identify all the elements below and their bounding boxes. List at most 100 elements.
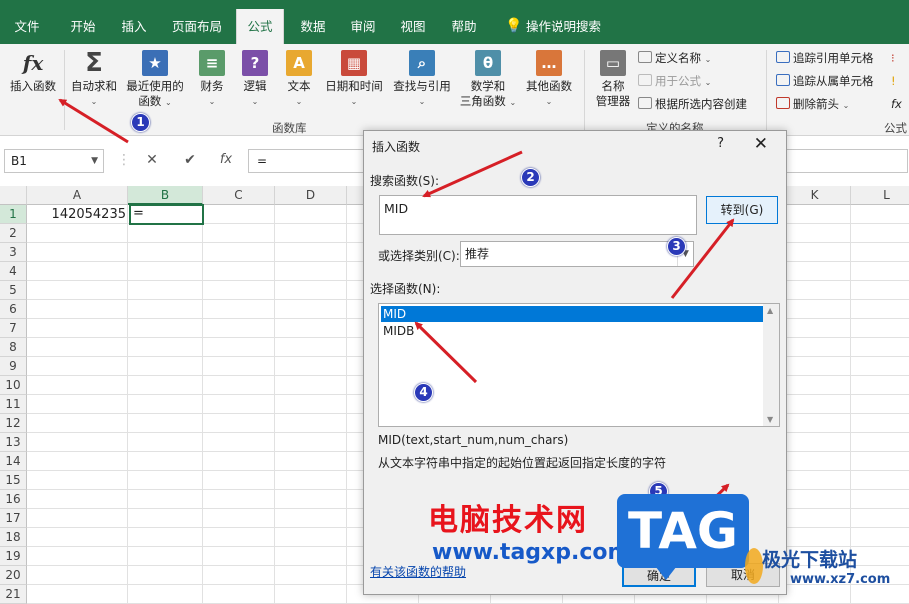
tab-insert[interactable]: 插入 bbox=[112, 9, 156, 44]
tab-home[interactable]: 开始 bbox=[58, 9, 108, 44]
select-all-corner[interactable] bbox=[0, 186, 27, 205]
tab-help[interactable]: 帮助 bbox=[442, 9, 486, 44]
column-header-b[interactable]: B bbox=[128, 186, 203, 205]
chevron-down-icon: ⌄ bbox=[509, 98, 517, 107]
help-button[interactable]: ? bbox=[717, 136, 724, 151]
tab-data[interactable]: 数据 bbox=[292, 9, 334, 44]
lookup-button[interactable]: ⌕ 查找与引用 ⌄ bbox=[390, 48, 454, 109]
math-trig-button[interactable]: θ 数学和 三角函数 ⌄ bbox=[456, 48, 520, 110]
recent-functions-button[interactable]: ★ 最近使用的 函数 ⌄ bbox=[122, 48, 188, 110]
row-header-5[interactable]: 5 bbox=[0, 281, 27, 300]
row-header-7[interactable]: 7 bbox=[0, 319, 27, 338]
list-item[interactable]: MIDB bbox=[381, 323, 763, 339]
error-checking-icon[interactable]: ! bbox=[891, 71, 896, 91]
step-badge-2: 2 bbox=[521, 168, 540, 187]
tag-icon bbox=[638, 51, 652, 63]
chevron-down-icon: ⌄ bbox=[164, 98, 172, 107]
tab-view[interactable]: 视图 bbox=[392, 9, 434, 44]
name-manager-label-2: 管理器 bbox=[595, 94, 631, 108]
row-header-10[interactable]: 10 bbox=[0, 376, 27, 395]
row-header-15[interactable]: 15 bbox=[0, 471, 27, 490]
enter-icon[interactable]: ✔ bbox=[178, 152, 202, 168]
gridline-col bbox=[346, 205, 347, 604]
datetime-button[interactable]: ▦ 日期和时间 ⌄ bbox=[322, 48, 386, 109]
evaluate-formula-icon[interactable]: fx bbox=[891, 94, 902, 114]
chevron-down-icon: ⌄ bbox=[90, 97, 98, 106]
close-icon[interactable]: ✕ bbox=[754, 134, 768, 154]
cell-b1[interactable]: = bbox=[129, 204, 204, 225]
name-box[interactable]: B1 ▼ bbox=[4, 149, 104, 173]
function-description: 从文本字符串中指定的起始位置起返回指定长度的字符 bbox=[378, 456, 667, 470]
category-select[interactable]: 推荐 ▼ bbox=[460, 241, 694, 267]
lightbulb-icon: 💡 bbox=[505, 18, 523, 34]
column-header-l[interactable]: L bbox=[851, 186, 909, 205]
goto-button[interactable]: 转到(G) bbox=[706, 196, 778, 224]
use-in-formula-button[interactable]: 用于公式 ⌄ bbox=[638, 71, 711, 91]
fx-icon[interactable]: fx bbox=[214, 152, 238, 167]
more-dots-icon: ⋮ bbox=[117, 152, 131, 168]
tab-formulas[interactable]: 公式 bbox=[236, 9, 284, 44]
row-header-19[interactable]: 19 bbox=[0, 547, 27, 566]
row-header-1[interactable]: 1 bbox=[0, 205, 27, 224]
cell-a1[interactable]: 142054235 bbox=[27, 205, 128, 224]
row-header-14[interactable]: 14 bbox=[0, 452, 27, 471]
divider bbox=[766, 50, 767, 130]
title-bar bbox=[0, 0, 909, 9]
column-header-d[interactable]: D bbox=[275, 186, 347, 205]
step-badge-3: 3 bbox=[667, 237, 686, 256]
watermark-site-url: www.xz7.com bbox=[790, 572, 891, 587]
name-manager-button[interactable]: ▭ 名称 管理器 bbox=[590, 48, 636, 109]
row-header-6[interactable]: 6 bbox=[0, 300, 27, 319]
tab-file[interactable]: 文件 bbox=[4, 9, 50, 44]
list-item[interactable]: MID bbox=[381, 306, 763, 322]
autosum-button[interactable]: Σ 自动求和 ⌄ bbox=[66, 48, 122, 109]
row-header-9[interactable]: 9 bbox=[0, 357, 27, 376]
create-from-selection-button[interactable]: 根据所选内容创建 bbox=[638, 94, 747, 114]
define-name-button[interactable]: 定义名称 ⌄ bbox=[638, 48, 711, 68]
text-button[interactable]: A 文本 ⌄ bbox=[280, 48, 318, 109]
cancel-icon[interactable]: ✕ bbox=[140, 152, 164, 168]
row-header-13[interactable]: 13 bbox=[0, 433, 27, 452]
search-function-input[interactable]: MID bbox=[379, 195, 697, 235]
row-header-11[interactable]: 11 bbox=[0, 395, 27, 414]
row-header-12[interactable]: 12 bbox=[0, 414, 27, 433]
scroll-up-icon[interactable]: ▲ bbox=[767, 306, 773, 315]
function-list[interactable]: MID MIDB ▲ ▼ bbox=[378, 303, 780, 427]
row-header-20[interactable]: 20 bbox=[0, 566, 27, 585]
row-header-2[interactable]: 2 bbox=[0, 224, 27, 243]
row-header-17[interactable]: 17 bbox=[0, 509, 27, 528]
divider bbox=[584, 50, 585, 130]
row-header-4[interactable]: 4 bbox=[0, 262, 27, 281]
trace-precedents-button[interactable]: 追踪引用单元格 bbox=[776, 48, 874, 68]
gridline-col bbox=[274, 205, 275, 604]
math-label-1: 数学和 bbox=[470, 79, 506, 93]
chevron-down-icon: ⌄ bbox=[251, 97, 259, 106]
column-header-c[interactable]: C bbox=[203, 186, 275, 205]
remove-arrows-button[interactable]: 删除箭头 ⌄ bbox=[776, 94, 849, 114]
chevron-down-icon: ▼ bbox=[91, 156, 98, 166]
help-link[interactable]: 有关该函数的帮助 bbox=[370, 563, 466, 580]
watermark-site-name: 极光下载站 bbox=[762, 549, 858, 571]
more-functions-button[interactable]: … 其他函数 ⌄ bbox=[522, 48, 576, 109]
logical-button[interactable]: ? 逻辑 ⌄ bbox=[236, 48, 274, 109]
tab-page-layout[interactable]: 页面布局 bbox=[166, 9, 228, 44]
column-header-a[interactable]: A bbox=[27, 186, 128, 205]
row-header-18[interactable]: 18 bbox=[0, 528, 27, 547]
insert-function-button[interactable]: fx 插入函数 bbox=[4, 48, 62, 94]
show-formulas-icon[interactable]: ⁝ bbox=[891, 48, 895, 68]
name-box-value: B1 bbox=[11, 154, 27, 168]
trace-dependents-button[interactable]: 追踪从属单元格 bbox=[776, 71, 874, 91]
star-book-icon: ★ bbox=[142, 50, 168, 76]
scrollbar[interactable]: ▲ ▼ bbox=[763, 304, 779, 426]
row-header-3[interactable]: 3 bbox=[0, 243, 27, 262]
remove-arrows-icon bbox=[776, 97, 790, 109]
scroll-down-icon[interactable]: ▼ bbox=[767, 415, 773, 424]
row-header-16[interactable]: 16 bbox=[0, 490, 27, 509]
insert-function-label: 插入函数 bbox=[10, 79, 56, 93]
tell-me-search[interactable]: 操作说明搜索 bbox=[526, 9, 616, 44]
trace-dependents-icon bbox=[776, 74, 790, 86]
tab-review[interactable]: 审阅 bbox=[342, 9, 384, 44]
financial-button[interactable]: ≡ 财务 ⌄ bbox=[192, 48, 232, 109]
row-header-8[interactable]: 8 bbox=[0, 338, 27, 357]
column-header-k[interactable]: K bbox=[779, 186, 851, 205]
